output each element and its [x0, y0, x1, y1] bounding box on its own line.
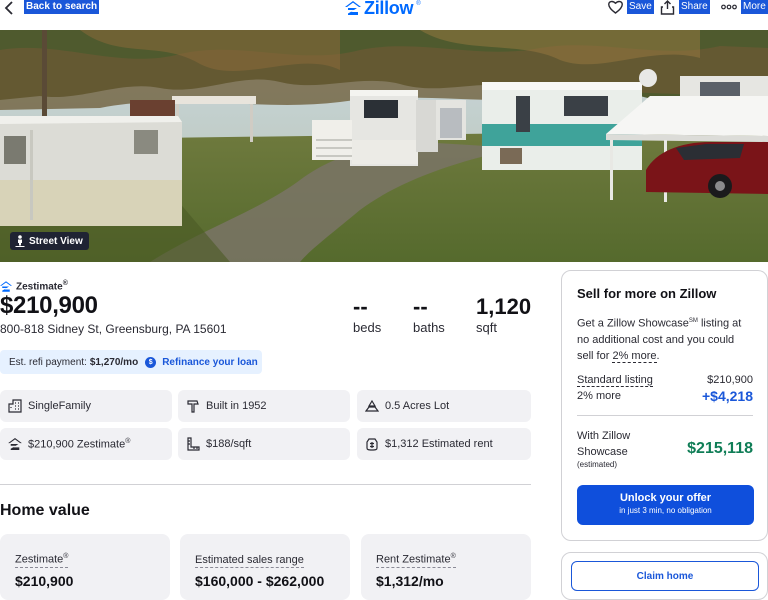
beds-value: -- [353, 294, 368, 319]
more-dots-icon [721, 4, 737, 10]
showcase-label: With Zillow Showcase (estimated) [577, 430, 631, 469]
rent-icon [366, 438, 378, 451]
showcase-row: With Zillow Showcase (estimated) $215,11… [577, 428, 753, 470]
panel-divider [577, 415, 753, 416]
sqft-value: 1,120 [476, 294, 532, 319]
sales-range-card[interactable]: Estimated sales range $160,000 - $262,00… [180, 534, 350, 600]
sell-title: Sell for more on Zillow [577, 286, 717, 301]
standard-listing-row: Standard listing $210,900 [577, 374, 753, 387]
save-action[interactable]: Save [608, 0, 654, 14]
standard-listing-label[interactable]: Standard listing [577, 374, 653, 387]
save-button[interactable]: Save [627, 0, 654, 14]
baths-label: baths [413, 320, 445, 335]
fact-text: $210,900 Zestimate® [28, 437, 131, 451]
logo-text: Zillow [364, 0, 414, 18]
zestimate-card[interactable]: Zestimate® $210,900 [0, 534, 170, 600]
home-value-title: Home value [0, 502, 90, 519]
card-value: $210,900 [15, 573, 74, 589]
street-view-label: Street View [29, 235, 83, 247]
lot-size-icon [365, 399, 379, 412]
share-button[interactable]: Share [679, 0, 710, 14]
fact-lot-size: 0.5 Acres Lot [357, 390, 531, 422]
fact-text: SingleFamily [28, 400, 91, 412]
listing-photo[interactable] [0, 30, 768, 262]
unlock-offer-button[interactable]: Unlock your offer in just 3 min, no obli… [577, 485, 754, 525]
dollar-badge-icon: $ [145, 356, 157, 368]
price: $210,900 [0, 292, 98, 319]
claim-home-button[interactable]: Claim home [571, 561, 759, 591]
fact-year-built: Built in 1952 [178, 390, 350, 422]
refi-amount: $1,270/mo [89, 356, 139, 368]
zillow-mark-icon [8, 438, 22, 450]
claim-home-card: Claim home [561, 552, 768, 600]
section-divider [0, 484, 531, 485]
heart-icon [608, 0, 623, 14]
fact-text: $1,312 Estimated rent [385, 438, 493, 450]
beds-label: beds [353, 320, 382, 335]
share-icon [660, 0, 675, 15]
card-label[interactable]: Zestimate® [15, 553, 69, 568]
two-percent-more-link[interactable]: 2% more [612, 349, 657, 363]
street-view-button[interactable]: Street View [10, 232, 89, 250]
fact-zestimate: $210,900 Zestimate® [0, 428, 172, 460]
zillow-mark-icon [0, 280, 12, 292]
unlock-title: Unlock your offer [619, 492, 712, 504]
refi-banner: Est. refi payment: $1,270/mo $ Refinance… [0, 350, 262, 374]
card-value: $160,000 - $262,000 [195, 573, 325, 589]
zestimate-label: Zestimate® [16, 280, 68, 293]
more-button[interactable]: More [741, 0, 768, 14]
sqft-label: sqft [476, 320, 497, 335]
more-row: 2% more +$4,218 [577, 388, 753, 404]
card-label[interactable]: Estimated sales range [195, 554, 304, 568]
top-bar: Back to search Zillow ® Save Share More [0, 0, 768, 30]
chevron-left-icon[interactable] [2, 0, 18, 16]
building-icon [8, 399, 22, 413]
refinance-link[interactable]: Refinance your loan [162, 357, 258, 368]
refi-label: Est. refi payment: [9, 356, 87, 368]
address: 800-818 Sidney St, Greensburg, PA 15601 [0, 322, 227, 336]
fact-text: Built in 1952 [206, 400, 267, 412]
fact-price-per-sqft: $188/sqft [178, 428, 350, 460]
sqft-stat: 1,120 sqft [476, 294, 531, 335]
fact-text: $188/sqft [206, 438, 252, 450]
more-action[interactable]: More [721, 0, 768, 14]
rent-zestimate-card[interactable]: Rent Zestimate® $1,312/mo [361, 534, 531, 600]
showcase-value: $215,118 [687, 440, 753, 457]
fact-estimated-rent: $1,312 Estimated rent [357, 428, 531, 460]
logo-registered-mark: ® [416, 1, 421, 7]
more-value: +$4,218 [702, 388, 753, 404]
standard-listing-value: $210,900 [707, 374, 753, 386]
card-label[interactable]: Rent Zestimate® [376, 553, 456, 568]
hammer-icon [187, 400, 199, 413]
zillow-logo[interactable]: Zillow ® [345, 0, 421, 18]
more-label: 2% more [577, 390, 622, 402]
card-value: $1,312/mo [376, 573, 444, 589]
back-to-search-button[interactable]: Back to search [24, 0, 100, 14]
street-view-person-icon [15, 235, 25, 247]
unlock-subtitle: in just 3 min, no obligation [619, 506, 712, 515]
beds-stat: -- beds [353, 294, 381, 335]
zillow-logo-icon [345, 1, 361, 15]
sell-description: Get a Zillow ShowcaseSM listing at no ad… [577, 317, 742, 363]
property-photo-illustration [0, 30, 768, 262]
baths-stat: -- baths [413, 294, 445, 335]
fact-text: 0.5 Acres Lot [385, 400, 450, 412]
baths-value: -- [413, 294, 428, 319]
ruler-icon [187, 437, 200, 451]
zestimate-label-row: Zestimate® [0, 280, 68, 292]
fact-home-type: SingleFamily [0, 390, 172, 422]
share-action[interactable]: Share [660, 0, 710, 15]
sell-for-more-panel: Sell for more on Zillow Get a Zillow Sho… [561, 270, 768, 541]
